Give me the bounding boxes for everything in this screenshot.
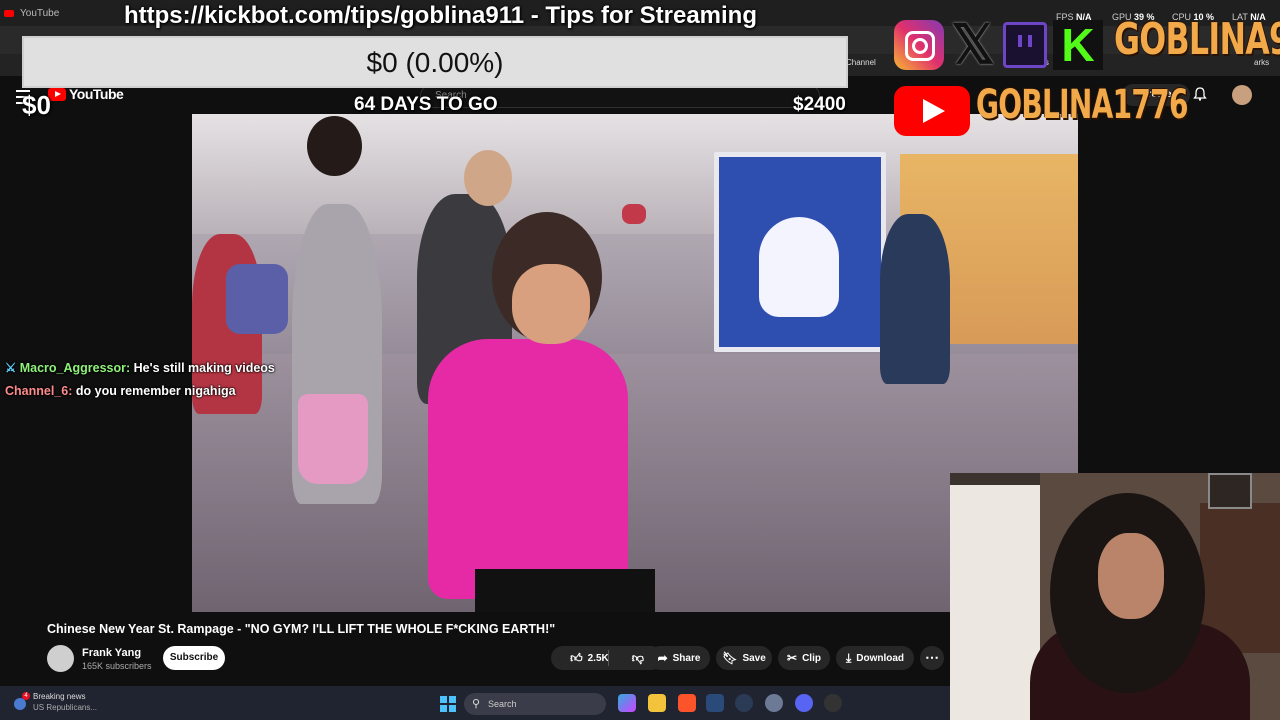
download-label: Download [856,652,905,664]
instagram-icon [894,20,944,70]
x-twitter-icon: 𝕏 [951,15,995,75]
chat-message: Channel_6: do you remember nigahiga [5,384,236,398]
video-scene-person [880,214,950,384]
video-scene-advert-figure [759,217,839,317]
chat-text: do you remember nigahiga [75,384,236,398]
clip-button[interactable]: ✂ Clip [778,646,830,670]
browser-tab[interactable]: YouTube [4,4,59,22]
goal-target-amount: $2400 [793,94,846,115]
video-title: Chinese New Year St. Rampage - "NO GYM? … [47,622,556,636]
like-count: 2.5K [587,652,609,664]
youtube-logo[interactable]: YouTube [48,86,124,102]
video-scene-man-shorts [475,569,655,612]
brave-browser-icon[interactable] [678,694,696,712]
share-button[interactable]: ➦ Share [648,646,710,670]
video-scene-bag [298,394,368,484]
channel-name[interactable]: Frank Yang [82,647,141,659]
video-scene-heart-sign [622,204,646,224]
youtube-social-icon [894,86,970,136]
bookmark-item[interactable]: Channel [846,58,876,67]
goal-current-amount: $0 [22,90,51,120]
share-label: Share [672,652,701,664]
chat-colon: : [68,384,73,398]
taskbar-search-input[interactable]: Search [464,693,606,715]
scissors-icon: ✂ [787,651,798,665]
copilot-icon[interactable] [618,694,636,712]
download-icon: ⤓ [845,650,852,665]
tips-url-banner: https://kickbot.com/tips/goblina911 - Ti… [124,2,757,29]
video-scene-bag [226,264,288,334]
chat-colon: : [126,361,131,375]
save-button[interactable]: 🔖︎ Save [716,646,772,670]
webcam-streamer-face [1098,533,1164,619]
kick-handle: GOBLINA911 [1114,14,1280,65]
more-actions-button[interactable]: ⋯ [920,646,944,670]
download-button[interactable]: ⤓ Download [836,646,914,670]
news-subtitle: US Republicans... [33,703,98,712]
video-scene-person-head [307,116,362,176]
webcam-door [950,485,1040,720]
video-scene-advert [714,152,886,352]
thumbs-up-icon: 👍︎ [570,650,583,665]
settings-gear-icon[interactable] [765,694,783,712]
twitch-icon [1003,22,1047,68]
channel-avatar[interactable] [47,645,74,672]
file-explorer-icon[interactable] [648,694,666,712]
kick-icon: K [1053,20,1103,70]
youtube-handle: GOBLINA1776 [976,82,1188,128]
browser-tab-title: YouTube [20,7,60,19]
like-divider [608,650,609,666]
news-title: Breaking news [33,692,86,701]
like-button[interactable]: 👍︎ 2.5K [570,651,627,666]
bookmark-icon: 🔖︎ [722,651,738,665]
steam-icon[interactable] [706,694,724,712]
chat-text: He's still making videos [133,361,275,375]
video-scene-person-head [464,150,512,206]
clip-label: Clip [802,652,821,664]
video-scene-man-face [512,264,590,344]
search-icon: ⚲ [472,698,481,710]
youtube-favicon-icon [4,9,14,17]
goal-days-remaining: 64 DAYS TO GO [354,94,498,115]
news-widget[interactable]: Breaking news US Republicans... [33,691,97,713]
save-label: Save [742,652,766,664]
video-player[interactable] [192,114,1078,612]
chat-username: Channel_6 [5,384,69,398]
notifications-bell-icon[interactable] [1193,87,1207,101]
youtube-logo-text: YouTube [69,86,124,102]
donation-goal-bar: $0 (0.00%) [22,36,848,88]
like-dislike-group: 👍︎ 2.5K 👎︎ [551,646,663,670]
obs-icon[interactable] [824,694,842,712]
steam-client-icon[interactable] [735,694,753,712]
discord-icon[interactable] [795,694,813,712]
chat-message: ⚔ Macro_Aggressor: He's still making vid… [5,360,275,375]
account-avatar[interactable] [1232,85,1252,105]
share-icon: ➦ [657,651,668,665]
subscribe-button[interactable]: Subscribe [163,646,225,670]
chat-username: Macro_Aggressor [19,361,126,375]
subscriber-count: 165K subscribers [82,661,152,671]
thumbs-down-icon[interactable]: 👎︎ [632,651,644,666]
video-scene-man [428,339,628,599]
news-badge: 4 [22,692,30,700]
sword-badge-icon: ⚔ [5,361,17,375]
webcam-feed [950,473,1280,720]
webcam-picture-frame [1208,473,1252,509]
windows-start-icon[interactable] [440,696,456,712]
